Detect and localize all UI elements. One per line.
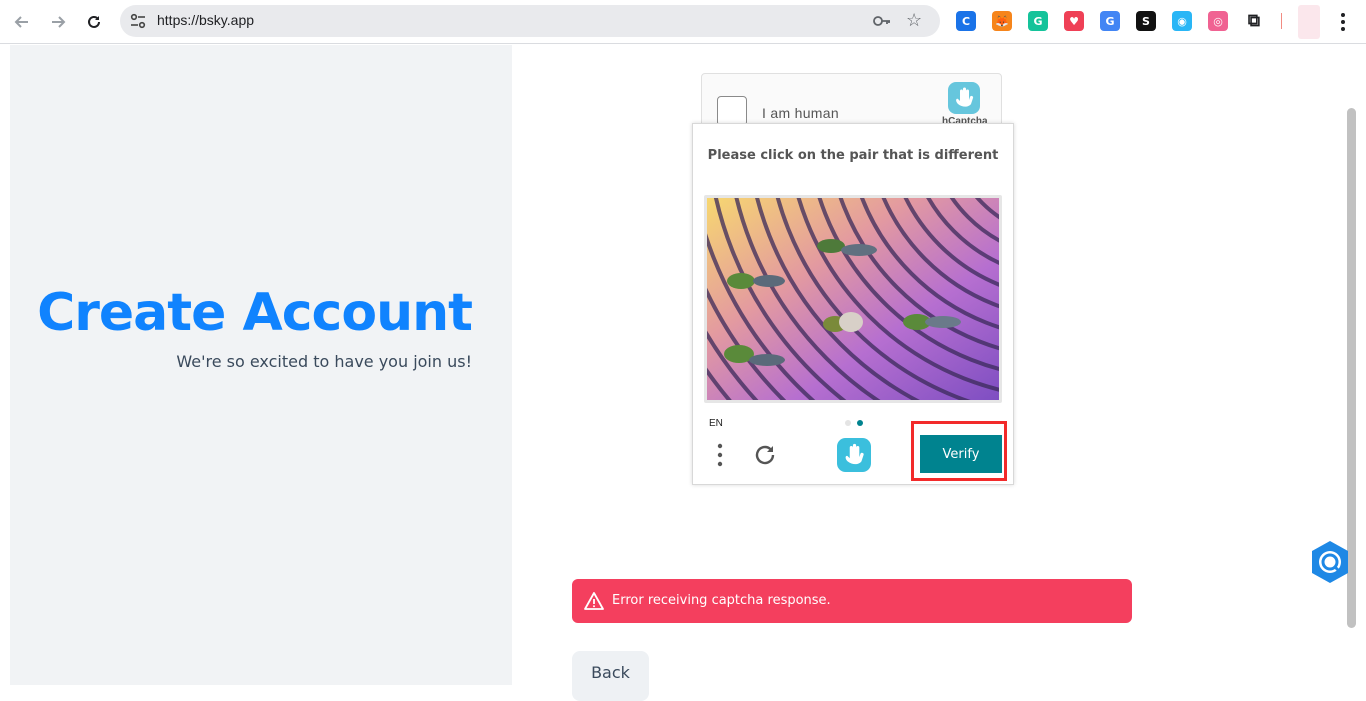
- warning-icon: [584, 592, 604, 610]
- copyright-extension-icon[interactable]: C: [956, 11, 976, 31]
- page-dot-2: [857, 420, 863, 426]
- refresh-icon[interactable]: [752, 442, 778, 468]
- lens-extension-icon[interactable]: ◉: [1172, 11, 1192, 31]
- hcaptcha-small-logo-icon: [837, 438, 871, 472]
- extensions-puzzle-icon[interactable]: ⧉: [1244, 11, 1264, 31]
- verify-button[interactable]: Verify: [920, 435, 1002, 473]
- bookmark-star-icon[interactable]: ☆: [906, 10, 922, 31]
- scribe-extension-icon[interactable]: S: [1136, 11, 1156, 31]
- browser-toolbar: https://bsky.app ☆ C 🦊 G ♥ G S ◉ ◎ ⧉: [0, 0, 1366, 44]
- reload-icon[interactable]: [81, 9, 107, 35]
- page-subtitle: We're so excited to have you join us!: [176, 352, 472, 371]
- grammarly-extension-icon[interactable]: G: [1028, 11, 1048, 31]
- toolbar-divider: [1281, 13, 1282, 29]
- password-key-icon[interactable]: [872, 12, 892, 30]
- hcaptcha-logo-icon: [948, 82, 980, 114]
- challenge-prompt: Please click on the pair that is differe…: [707, 148, 999, 163]
- pocket-extension-icon[interactable]: ♥: [1064, 11, 1084, 31]
- browser-menu-icon[interactable]: [1336, 11, 1350, 33]
- page-title: Create Account: [37, 283, 473, 343]
- challenge-image-frame: [704, 195, 1002, 403]
- back-arrow-icon[interactable]: [9, 9, 35, 35]
- human-checkbox-label: I am human: [762, 105, 839, 121]
- menu-dots-icon[interactable]: [713, 442, 727, 468]
- metamask-extension-icon[interactable]: 🦊: [992, 11, 1012, 31]
- language-selector[interactable]: EN: [709, 418, 723, 429]
- address-bar[interactable]: https://bsky.app ☆: [120, 5, 940, 37]
- captcha-challenge: Please click on the pair that is differe…: [692, 123, 1014, 485]
- forward-arrow-icon[interactable]: [45, 9, 71, 35]
- challenge-image[interactable]: [707, 198, 999, 400]
- back-button[interactable]: Back: [572, 651, 649, 701]
- profile-avatar[interactable]: [1298, 5, 1320, 39]
- page-dot-1: [845, 420, 851, 426]
- lens-floating-icon[interactable]: [1306, 538, 1354, 586]
- human-checkbox[interactable]: [717, 96, 747, 126]
- camera-extension-icon[interactable]: ◎: [1208, 11, 1228, 31]
- error-banner: Error receiving captcha response.: [572, 579, 1132, 623]
- translate-extension-icon[interactable]: G: [1100, 11, 1120, 31]
- url-text[interactable]: https://bsky.app: [157, 12, 254, 28]
- left-panel: Create Account We're so excited to have …: [10, 45, 512, 685]
- error-message: Error receiving captcha response.: [612, 593, 831, 608]
- site-settings-icon[interactable]: [128, 11, 148, 31]
